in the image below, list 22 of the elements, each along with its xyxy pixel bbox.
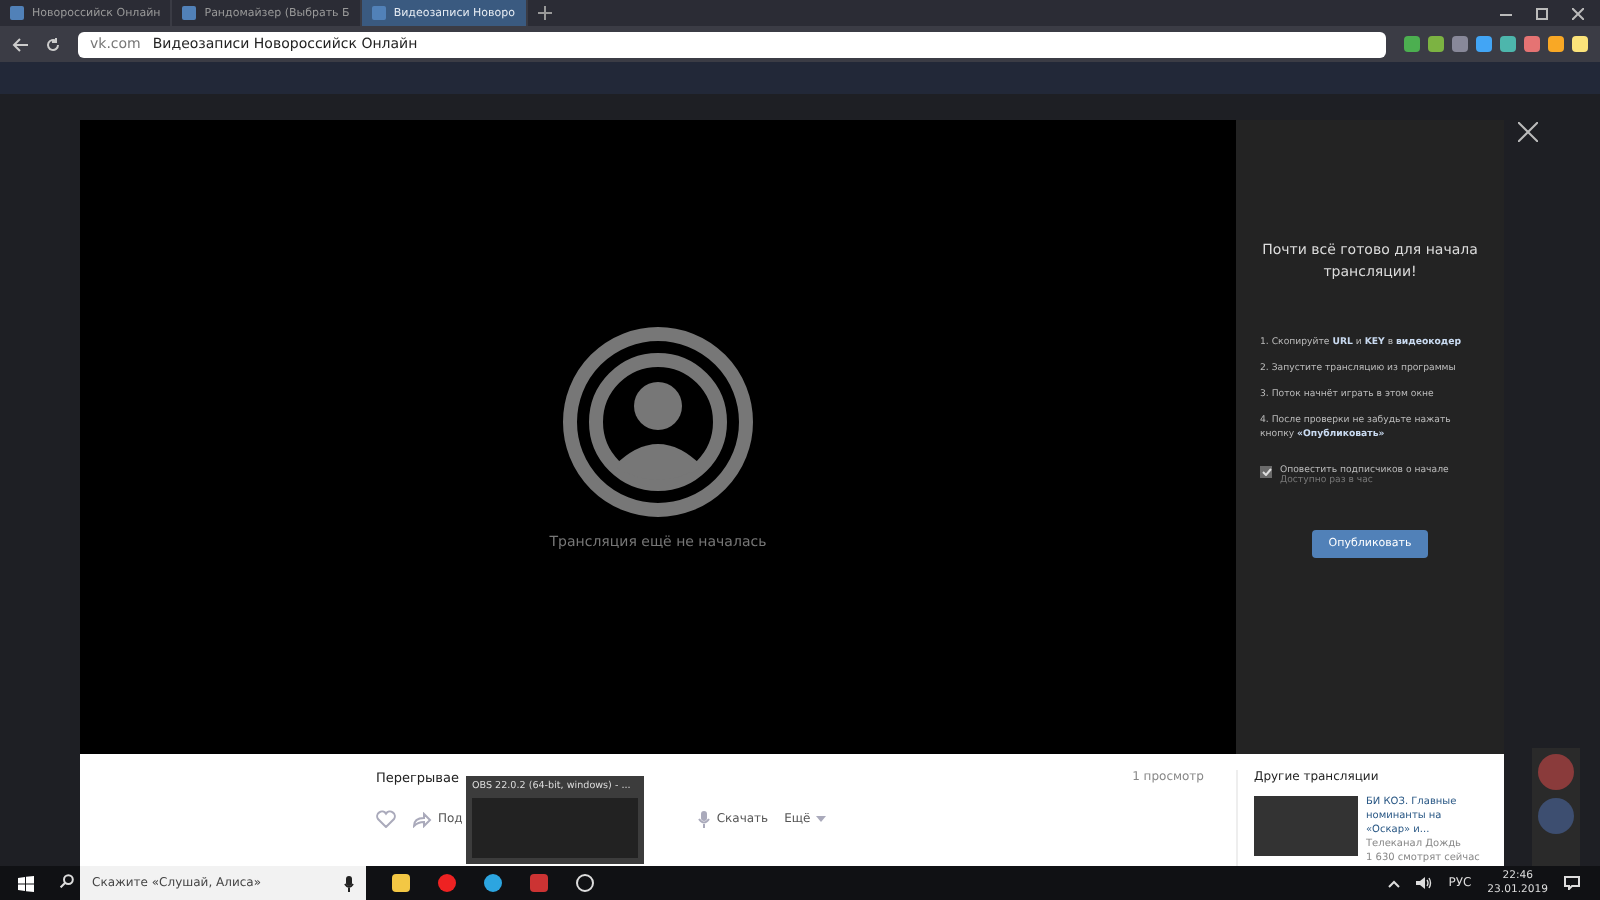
close-icon[interactable] xyxy=(1572,7,1584,19)
new-tab-icon[interactable] xyxy=(537,6,552,20)
app-icon[interactable] xyxy=(524,871,554,895)
page-icon xyxy=(182,6,197,20)
page-icon xyxy=(371,6,386,20)
page-icon xyxy=(10,6,24,20)
notification-icon[interactable] xyxy=(1564,876,1580,890)
caret-icon xyxy=(816,816,827,822)
video-thumbnail[interactable] xyxy=(1254,796,1358,856)
speaker-icon[interactable] xyxy=(1416,876,1433,890)
microphone-icon[interactable] xyxy=(344,875,354,891)
windows-start-icon[interactable] xyxy=(18,875,34,891)
chevron-icon[interactable] xyxy=(1388,879,1401,887)
microphone-icon xyxy=(698,810,711,828)
search-icon[interactable] xyxy=(59,874,73,888)
close-icon[interactable] xyxy=(1518,122,1538,142)
share-icon xyxy=(412,811,432,827)
back-icon[interactable] xyxy=(12,37,28,51)
maximize-icon[interactable] xyxy=(1536,7,1548,19)
notify-checkbox[interactable] xyxy=(1260,466,1272,479)
reload-icon[interactable] xyxy=(46,37,60,51)
live-stream-icon xyxy=(562,325,754,517)
